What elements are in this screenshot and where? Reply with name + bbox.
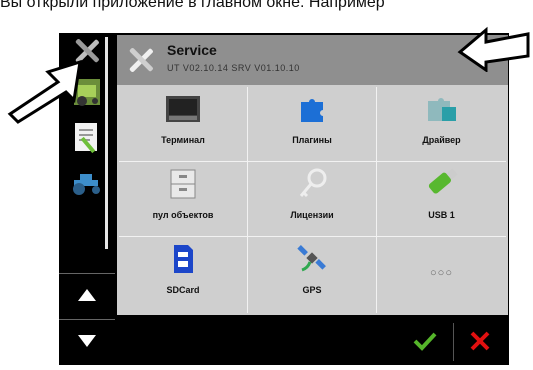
service-menu-grid: Терминал Плагины Драйвер пул объектов Ли… bbox=[119, 87, 506, 313]
version-info: UT V02.10.14 SRV V01.10.10 bbox=[167, 63, 300, 73]
tile-driver[interactable]: Драйвер bbox=[377, 87, 506, 162]
close-icon bbox=[470, 331, 490, 356]
tile-label: Лицензии bbox=[290, 210, 334, 220]
triangle-down-icon bbox=[77, 334, 97, 353]
sidebar-scrollbar[interactable] bbox=[105, 37, 108, 249]
checkmark-icon bbox=[413, 331, 437, 356]
terminal-icon bbox=[165, 93, 201, 125]
tile-terminal[interactable]: Терминал bbox=[119, 87, 248, 162]
service-panel: Service UT V02.10.14 SRV V01.10.10 Терми… bbox=[117, 35, 508, 315]
more-icon: ○○○ bbox=[430, 267, 453, 279]
tile-label: USB 1 bbox=[428, 210, 455, 220]
tile-label: пул объектов bbox=[152, 210, 214, 220]
tile-object-pool[interactable]: пул объектов bbox=[119, 162, 248, 237]
scroll-down-button[interactable] bbox=[65, 323, 109, 363]
tile-label: Драйвер bbox=[422, 135, 461, 145]
sdcard-icon bbox=[165, 243, 201, 275]
terminal-screen: Service UT V02.10.14 SRV V01.10.10 Терми… bbox=[59, 33, 509, 365]
divider bbox=[59, 273, 115, 274]
tile-more[interactable]: ○○○ bbox=[377, 237, 506, 313]
satellite-icon bbox=[294, 243, 330, 275]
tile-gps[interactable]: GPS bbox=[248, 237, 377, 313]
footer-bar bbox=[117, 317, 508, 365]
tractor-icon bbox=[70, 170, 104, 201]
tile-label: Терминал bbox=[161, 135, 205, 145]
triangle-up-icon bbox=[77, 288, 97, 307]
driver-icon bbox=[424, 93, 460, 125]
scroll-up-button[interactable] bbox=[65, 277, 109, 317]
plugin-icon bbox=[294, 93, 330, 125]
tile-plugins[interactable]: Плагины bbox=[248, 87, 377, 162]
tile-licenses[interactable]: Лицензии bbox=[248, 162, 377, 237]
key-icon bbox=[294, 168, 330, 200]
cabinet-icon bbox=[165, 168, 201, 200]
sidebar-item-tractor[interactable] bbox=[65, 165, 109, 205]
confirm-button[interactable] bbox=[407, 325, 443, 361]
tile-usb[interactable]: USB 1 bbox=[377, 162, 506, 237]
tile-label: GPS bbox=[302, 285, 322, 295]
page-title: Service bbox=[167, 42, 217, 58]
pointer-arrow-icon bbox=[7, 59, 82, 124]
pointer-arrow-icon bbox=[457, 26, 530, 72]
wrench-screwdriver-icon bbox=[123, 43, 159, 82]
instruction-caption: Вы открыли приложение в главном окне. На… bbox=[0, 0, 385, 11]
tile-label: Плагины bbox=[292, 135, 332, 145]
usb-icon bbox=[424, 168, 460, 200]
tile-sdcard[interactable]: SDCard bbox=[119, 237, 248, 313]
service-header: Service UT V02.10.14 SRV V01.10.10 bbox=[117, 35, 508, 85]
cancel-button[interactable] bbox=[462, 325, 498, 361]
tile-label: SDCard bbox=[166, 285, 200, 295]
divider bbox=[453, 323, 454, 361]
divider bbox=[59, 319, 115, 320]
